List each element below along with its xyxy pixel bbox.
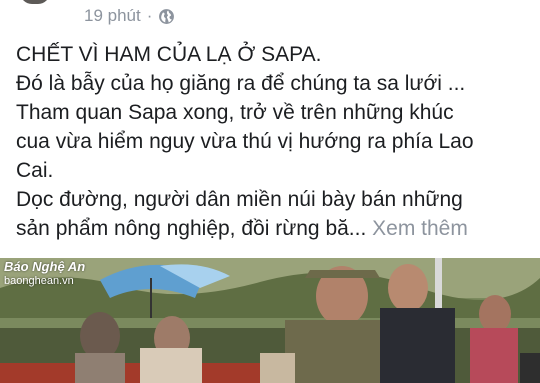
post-line: Dọc đường, người dân miền núi bày bán nh… <box>16 188 463 211</box>
globe-icon[interactable] <box>158 8 175 25</box>
post-meta: 19 phút · <box>84 6 175 26</box>
post-line: cua vừa hiểm nguy vừa thú vị hướng ra ph… <box>16 130 474 153</box>
post-line-truncated: sản phẩm nông nghiệp, đồi rừng bă... <box>16 217 367 240</box>
post-line-last: sản phẩm nông nghiệp, đồi rừng bă... Xem… <box>16 214 536 243</box>
meta-separator: · <box>146 6 153 25</box>
watermark-brand: Báo Nghệ An <box>4 259 86 274</box>
post-line: Cai. <box>16 159 54 182</box>
see-more-link[interactable]: Xem thêm <box>372 217 468 240</box>
avatar[interactable] <box>20 0 50 4</box>
watermark: Báo Nghệ An baonghean.vn <box>4 260 85 288</box>
post-text: CHẾT VÌ HAM CỦA LẠ Ở SAPA. Đó là bẫy của… <box>16 40 536 243</box>
post-line: Tham quan Sapa xong, trở về trên những k… <box>16 101 454 124</box>
post-timestamp[interactable]: 19 phút <box>84 6 141 26</box>
post-line: Đó là bẫy của họ giăng ra để chúng ta sa… <box>16 72 466 95</box>
post-header: 19 phút · <box>0 0 540 32</box>
post-photo[interactable]: Báo Nghệ An baonghean.vn <box>0 258 540 383</box>
watermark-url: baonghean.vn <box>4 275 74 287</box>
post-line: CHẾT VÌ HAM CỦA LẠ Ở SAPA. <box>16 43 322 66</box>
